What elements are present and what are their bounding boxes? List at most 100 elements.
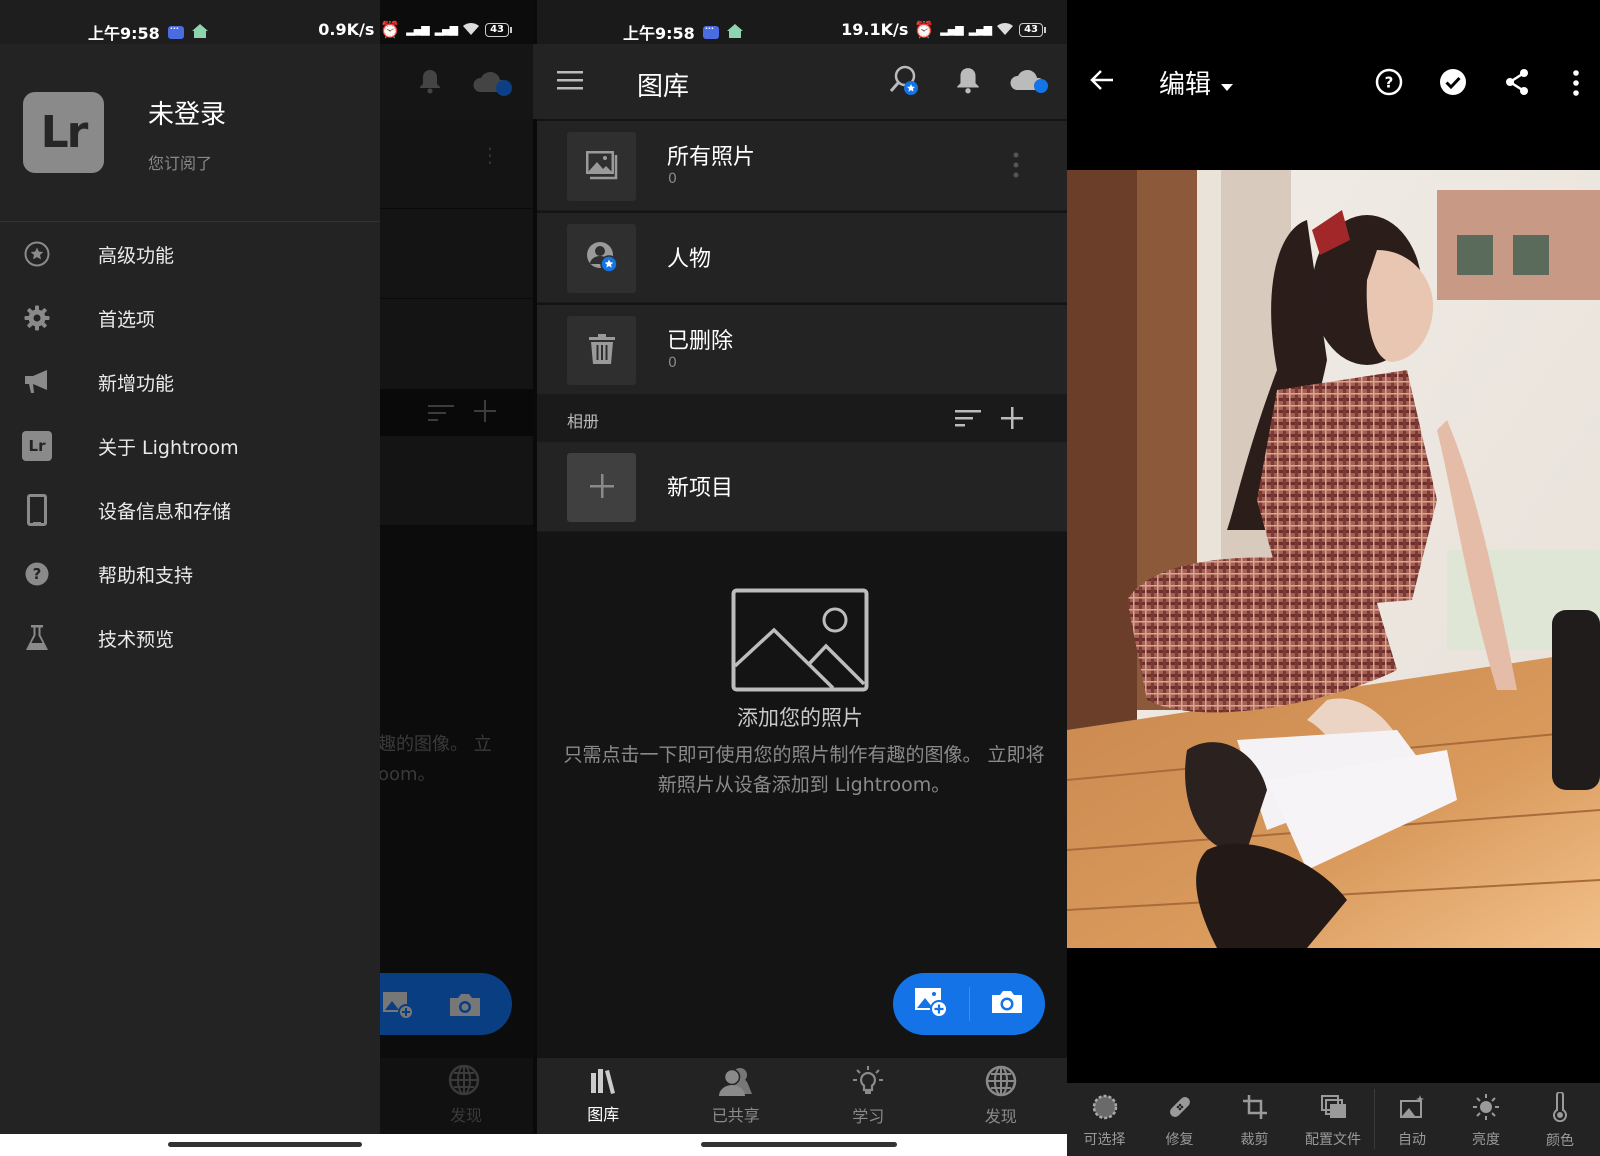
menu-item-tech-preview[interactable]: 技术预览 — [0, 606, 380, 670]
signal-icon: ▂▄▆ — [406, 23, 429, 36]
more-icon: ⋮ — [480, 143, 500, 167]
status-time-group: 上午9:58 — [88, 20, 208, 44]
wifi-icon — [463, 20, 480, 39]
dimmed-desc-line1: 趣的图像。 立 — [378, 734, 492, 755]
menu-label: 设备信息和存储 — [98, 500, 232, 523]
tool-label: 可选择 — [1083, 1131, 1126, 1148]
flask-icon — [22, 623, 52, 653]
tool-label: 配置文件 — [1305, 1131, 1361, 1148]
tab-shared[interactable]: 已共享 — [670, 1058, 803, 1134]
dimmed-nav-label: 发现 — [450, 1106, 483, 1125]
row-title: 人物 — [667, 247, 712, 272]
menu-item-whats-new[interactable]: 新增功能 — [0, 350, 380, 414]
tool-label: 颜色 — [1546, 1132, 1574, 1149]
home-indicator[interactable] — [701, 1142, 897, 1147]
dropdown-caret-icon — [1221, 68, 1234, 98]
add-album-icon[interactable] — [1001, 407, 1023, 433]
menu-item-premium[interactable]: 高级功能 — [0, 222, 380, 286]
dimmed-desc-line2: oom。 — [378, 764, 436, 785]
status-bar: 上午9:58 19.1K/s ⏰ ▂▄▆ ▂▄▆ 43 — [533, 0, 1067, 44]
tool-healing[interactable]: 修复 — [1142, 1083, 1217, 1156]
menu-item-device-info[interactable]: 设备信息和存储 — [0, 478, 380, 542]
nav-label: 已共享 — [711, 1106, 760, 1125]
menu-label: 技术预览 — [98, 628, 175, 651]
cloud-sync-icon[interactable] — [1009, 66, 1053, 100]
albums-header: 相册 — [537, 395, 1067, 442]
battery-indicator: 43 — [1019, 22, 1046, 37]
alarm-icon: ⏰ — [380, 20, 401, 39]
people-thumb — [567, 224, 636, 293]
tab-library[interactable]: 图库 — [537, 1058, 670, 1134]
row-count: 0 — [668, 355, 677, 371]
gesture-bar-area — [0, 1134, 533, 1156]
checkmark-done-icon[interactable] — [1439, 68, 1467, 100]
row-count: 0 — [668, 171, 677, 187]
status-time: 上午9:58 — [88, 24, 160, 43]
more-options-icon[interactable] — [1013, 151, 1019, 183]
megaphone-icon — [22, 367, 52, 397]
star-circle-icon — [22, 239, 52, 269]
tab-discover[interactable]: 发现 — [935, 1058, 1068, 1134]
home-icon — [726, 23, 743, 42]
edit-mode-dropdown[interactable]: 编辑 — [1159, 64, 1234, 101]
menu-label: 新增功能 — [98, 372, 175, 395]
tool-color[interactable]: 颜色 — [1523, 1083, 1597, 1156]
new-project-thumb — [567, 453, 636, 522]
bandage-icon — [1166, 1093, 1194, 1125]
tool-label: 裁剪 — [1240, 1131, 1269, 1148]
row-title: 所有照片 — [667, 145, 756, 170]
nav-label: 学习 — [852, 1107, 885, 1126]
image-placeholder-icon — [731, 588, 869, 696]
library-screen: 上午9:58 19.1K/s ⏰ ▂▄▆ ▂▄▆ 43 图库 — [533, 0, 1067, 1156]
home-indicator[interactable] — [168, 1142, 362, 1147]
tool-label: 自动 — [1398, 1131, 1426, 1148]
overflow-menu-icon[interactable] — [1573, 70, 1579, 100]
sort-icon[interactable] — [955, 409, 981, 431]
signal-icon-2: ▂▄▆ — [968, 23, 992, 36]
network-speed: 0.9K/s — [318, 20, 375, 39]
drawer-profile-header[interactable]: Lr 未登录 您订阅了 — [0, 44, 380, 222]
share-icon[interactable] — [1505, 68, 1529, 100]
list-item-all-photos[interactable]: 所有照片 0 — [537, 121, 1067, 211]
edit-toolbar: 可选择 修复 裁剪 配置文件 自动 亮度 颜色 — [1067, 1083, 1600, 1156]
phone-icon — [22, 494, 52, 526]
menu-label: 首选项 — [98, 308, 156, 331]
row-title: 新项目 — [667, 476, 734, 501]
nav-label: 图库 — [587, 1105, 620, 1124]
status-time-group: 上午9:58 — [623, 20, 743, 44]
tool-light[interactable]: 亮度 — [1449, 1083, 1523, 1156]
signal-icon: ▂▄▆ — [940, 23, 963, 36]
add-photo-button[interactable] — [893, 973, 969, 1035]
globe-icon — [448, 1064, 480, 1100]
list-item-new-project[interactable]: 新项目 — [537, 442, 1067, 532]
photo-canvas[interactable] — [1067, 170, 1600, 948]
tool-auto[interactable]: 自动 — [1375, 1083, 1449, 1156]
tool-label: 亮度 — [1472, 1131, 1500, 1148]
profile-subtitle: 您订阅了 — [148, 154, 213, 173]
brightness-icon — [1472, 1093, 1500, 1125]
row-title: 已删除 — [667, 329, 734, 354]
list-item-people[interactable]: 人物 — [537, 213, 1067, 303]
sort-icon — [428, 404, 454, 426]
menu-item-about[interactable]: Lr 关于 Lightroom — [0, 414, 380, 478]
camera-button[interactable] — [970, 973, 1046, 1035]
list-item-deleted[interactable]: 已删除 0 — [537, 305, 1067, 395]
edit-topbar: 编辑 ? — [1067, 44, 1600, 119]
tool-selective[interactable]: 可选择 — [1067, 1083, 1142, 1156]
status-indicators: 19.1K/s ⏰ ▂▄▆ ▂▄▆ 43 — [841, 20, 1046, 39]
menu-item-help[interactable]: ? 帮助和支持 — [0, 542, 380, 606]
svg-text:?: ? — [33, 565, 42, 583]
hamburger-menu-icon[interactable] — [557, 70, 583, 94]
all-photos-thumb — [567, 132, 636, 201]
trash-icon — [588, 333, 615, 368]
help-icon[interactable]: ? — [1375, 68, 1403, 100]
search-people-icon[interactable] — [889, 64, 921, 100]
albums-label: 相册 — [567, 412, 600, 431]
svg-text:?: ? — [1385, 74, 1394, 92]
back-arrow-icon[interactable] — [1089, 68, 1115, 96]
tool-profiles[interactable]: 配置文件 — [1292, 1083, 1374, 1156]
menu-item-preferences[interactable]: 首选项 — [0, 286, 380, 350]
bell-icon[interactable] — [955, 66, 981, 98]
tool-crop[interactable]: 裁剪 — [1217, 1083, 1292, 1156]
tab-learn[interactable]: 学习 — [802, 1058, 935, 1134]
